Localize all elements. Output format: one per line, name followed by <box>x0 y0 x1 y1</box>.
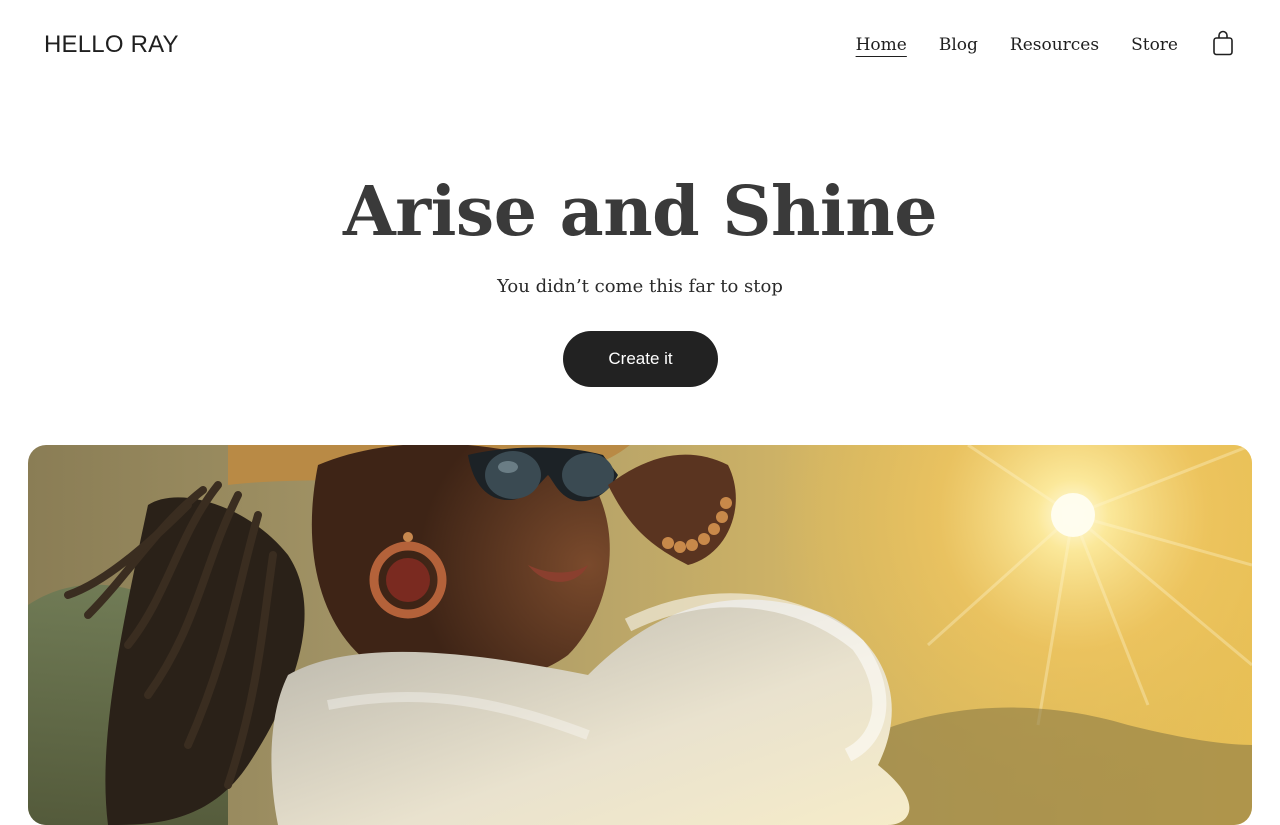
create-it-button[interactable]: Create it <box>563 331 718 387</box>
hero-subtitle: You didn’t come this far to stop <box>497 276 783 297</box>
hero-title: Arise and Shine <box>343 172 937 252</box>
hero-image <box>28 445 1252 825</box>
main-nav: Home Blog Resources Store <box>856 32 1178 58</box>
nav-item-resources[interactable]: Resources <box>1010 32 1099 58</box>
nav-item-store[interactable]: Store <box>1131 32 1178 58</box>
site-header: HELLO RAY Home Blog Resources Store <box>0 0 1280 90</box>
hero-section: Arise and Shine You didn’t come this far… <box>0 150 1280 301</box>
nav-item-blog[interactable]: Blog <box>939 32 978 58</box>
shopping-bag-icon[interactable] <box>1211 29 1235 57</box>
site-logo[interactable]: HELLO RAY <box>44 30 179 60</box>
nav-item-home[interactable]: Home <box>856 32 907 58</box>
